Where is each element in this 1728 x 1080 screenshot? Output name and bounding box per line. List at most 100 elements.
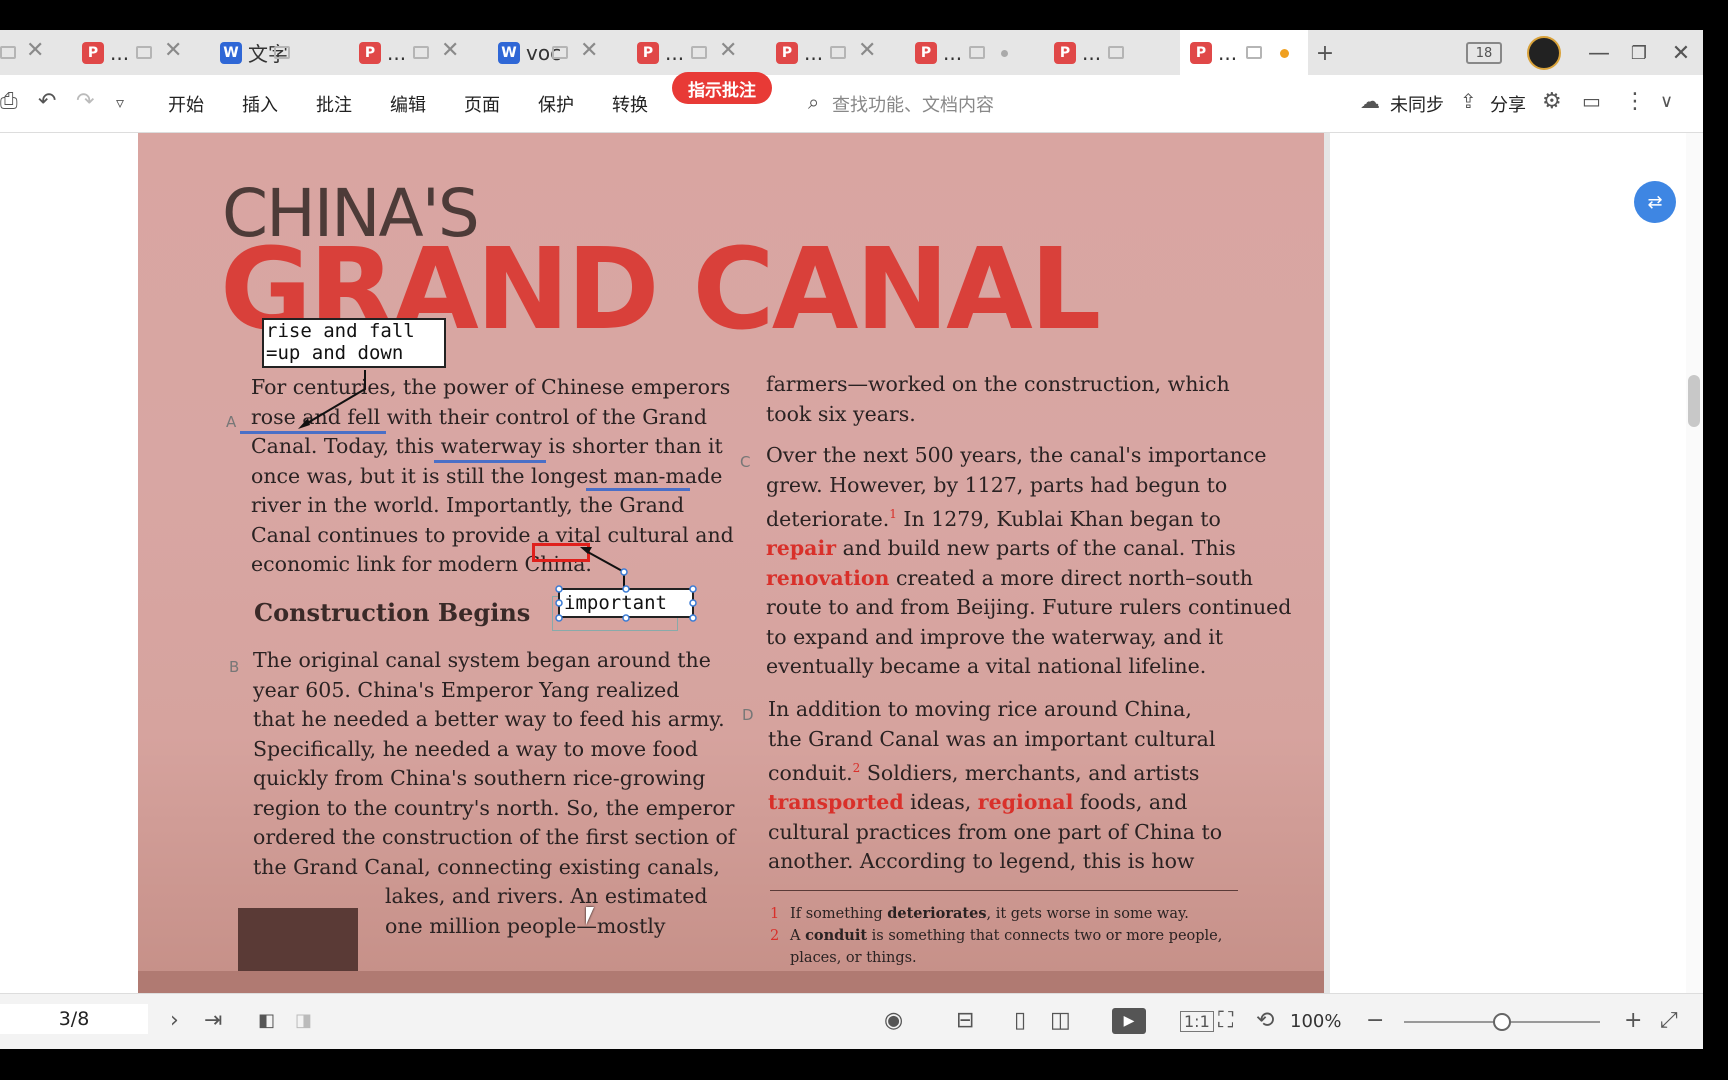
close-icon[interactable]: ✕ bbox=[441, 38, 459, 63]
close-icon[interactable]: ✕ bbox=[719, 38, 737, 63]
tab-doc-2[interactable]: Wvoc ✕ bbox=[488, 30, 612, 75]
vertical-scrollbar[interactable] bbox=[1686, 133, 1703, 993]
avatar[interactable] bbox=[1527, 36, 1561, 70]
close-icon[interactable]: ✕ bbox=[164, 38, 182, 63]
play-slideshow-icon[interactable]: ▶ bbox=[1112, 1008, 1146, 1034]
close-icon[interactable]: ✕ bbox=[26, 38, 44, 63]
main-toolbar: ⎙ ↶ ↷ ▿ 开始 插入 批注 编辑 页面 保护 转换 ⌕ 查找功能、文档内容… bbox=[0, 75, 1703, 133]
menu-convert[interactable]: 转换 bbox=[612, 91, 648, 117]
footnote-continuation: places, or things. bbox=[790, 950, 917, 966]
comment-icon[interactable]: ▭ bbox=[1582, 89, 1601, 113]
footnote-number: 2 bbox=[770, 928, 780, 944]
zoom-in-icon[interactable]: + bbox=[1624, 1008, 1642, 1033]
text-line: The original canal system began around t… bbox=[253, 648, 711, 672]
paragraph-c: Over the next 500 years, the canal's imp… bbox=[766, 441, 1291, 682]
monitor-icon bbox=[413, 46, 429, 59]
menu-insert[interactable]: 插入 bbox=[242, 91, 278, 117]
tab-doc-1[interactable]: W 文字 bbox=[210, 30, 334, 75]
pdf-icon: P bbox=[359, 41, 381, 64]
paragraph-b: The original canal system began around t… bbox=[253, 646, 735, 882]
more-icon[interactable]: ⋮ bbox=[1624, 89, 1646, 114]
text-line: Specifically, he needed a way to move fo… bbox=[253, 736, 699, 761]
close-icon[interactable]: ✕ bbox=[580, 38, 598, 63]
rotate-icon[interactable]: ⟲ bbox=[1256, 1008, 1274, 1033]
single-page-icon[interactable]: ▯ bbox=[1014, 1008, 1026, 1033]
collapse-icon[interactable]: ∨ bbox=[1660, 91, 1673, 112]
text-line: the Grand Canal, connecting existing can… bbox=[253, 854, 720, 879]
minimize-icon[interactable]: — bbox=[1582, 36, 1616, 70]
restore-icon[interactable]: ❐ bbox=[1622, 36, 1656, 70]
next-page-icon[interactable]: › bbox=[170, 1008, 179, 1033]
undo-icon[interactable]: ↶ bbox=[38, 89, 56, 114]
redo-icon[interactable]: ↷ bbox=[76, 89, 94, 114]
settings-icon[interactable]: ⚙ bbox=[1542, 89, 1562, 114]
text-line: to expand and improve the waterway, and … bbox=[766, 624, 1224, 649]
mouse-cursor bbox=[586, 907, 602, 925]
menu-protect[interactable]: 保护 bbox=[538, 91, 574, 117]
tab-bar: ✕ P... ✕ W文字 P... ✕ Wvoc ✕ P... ✕ P... bbox=[0, 30, 1703, 75]
quick-access-dropdown-icon[interactable]: ▿ bbox=[116, 93, 124, 112]
fit-page-icon[interactable]: ⛶ bbox=[1218, 1008, 1233, 1033]
page-edge bbox=[1324, 133, 1330, 993]
pdf-reader-window: ✕ P... ✕ W文字 P... ✕ Wvoc ✕ P... ✕ P... bbox=[0, 30, 1703, 1049]
tab-label: ... bbox=[943, 40, 963, 65]
tab-pdf-active[interactable]: P... bbox=[1180, 30, 1308, 75]
text-line: deteriorate.1 In 1279, Kublai Khan began… bbox=[766, 500, 1291, 534]
text-line: grew. However, by 1127, parts had begun … bbox=[766, 472, 1228, 497]
text-line: took six years. bbox=[766, 401, 916, 426]
zoom-level[interactable]: 100% bbox=[1290, 1011, 1341, 1032]
zoom-out-icon[interactable]: − bbox=[1366, 1008, 1384, 1033]
zoom-slider-knob[interactable] bbox=[1493, 1013, 1511, 1031]
new-tab-button[interactable]: + bbox=[1308, 36, 1342, 70]
tab-pdf-2[interactable]: P... ✕ bbox=[349, 30, 473, 75]
search-icon: ⌕ bbox=[808, 90, 820, 114]
tab-partial[interactable]: ✕ bbox=[0, 30, 60, 75]
monitor-icon bbox=[830, 46, 846, 59]
menu-edit[interactable]: 编辑 bbox=[390, 91, 426, 117]
share-icon: ⇪ bbox=[1460, 89, 1477, 113]
pdf-icon: P bbox=[1054, 41, 1076, 64]
print-icon[interactable]: ⎙ bbox=[0, 89, 18, 114]
text-line: route to and from Beijing. Future rulers… bbox=[766, 595, 1292, 620]
scrollbar-thumb[interactable] bbox=[1688, 375, 1700, 427]
monitor-icon bbox=[0, 46, 16, 59]
modified-dot bbox=[1001, 50, 1008, 57]
tab-pdf-4[interactable]: P... ✕ bbox=[766, 30, 890, 75]
vocab-word: renovation bbox=[766, 565, 890, 590]
tab-label: ... bbox=[1218, 40, 1238, 65]
close-icon[interactable]: ✕ bbox=[858, 38, 876, 63]
tab-pdf-1[interactable]: P... ✕ bbox=[72, 30, 196, 75]
fullscreen-icon[interactable]: ⤢ bbox=[1660, 1008, 1678, 1033]
text-span: Soldiers, merchants, and artists bbox=[860, 760, 1200, 785]
two-page-icon[interactable]: ◫ bbox=[1050, 1008, 1071, 1033]
tab-count-button[interactable]: 18 bbox=[1466, 42, 1502, 64]
footnote-ref: 1 bbox=[889, 507, 897, 521]
footnotes: 1 If something deteriorates, it gets wors… bbox=[770, 903, 1240, 969]
eye-protection-icon[interactable]: ◉ bbox=[884, 1008, 903, 1033]
close-window-icon[interactable]: ✕ bbox=[1664, 36, 1698, 70]
tab-pdf-3[interactable]: P... ✕ bbox=[627, 30, 751, 75]
menu-start[interactable]: 开始 bbox=[168, 91, 204, 117]
fit-width-icon[interactable]: ⊟ bbox=[956, 1008, 974, 1033]
text-line: that he needed a better way to feed his … bbox=[253, 707, 725, 731]
side-panel-icon[interactable]: ⇄ bbox=[1634, 181, 1676, 223]
tab-pdf-6[interactable]: P... bbox=[1044, 30, 1168, 75]
unsaved-dot bbox=[1280, 49, 1289, 58]
monitor-icon bbox=[1108, 46, 1124, 59]
page-number-input[interactable]: 3/8 bbox=[0, 1004, 148, 1034]
highlight-annotate-button[interactable]: 指示批注 bbox=[672, 72, 772, 104]
status-bar: 3/8 › ⇥ ◧ ◨ ◉ ⊟ ▯ ◫ ▶ 1:1 ⛶ ⟲ 100% − + ⤢ bbox=[0, 993, 1703, 1049]
actual-size-icon[interactable]: 1:1 bbox=[1180, 1011, 1214, 1032]
last-page-icon[interactable]: ⇥ bbox=[204, 1008, 222, 1033]
tab-pdf-5[interactable]: P... bbox=[905, 30, 1029, 75]
document-viewport[interactable]: CHINA'S GRAND CANAL A For centuries, the… bbox=[0, 133, 1703, 993]
menu-page[interactable]: 页面 bbox=[464, 91, 500, 117]
sync-button[interactable]: 未同步 bbox=[1390, 91, 1444, 117]
back-icon[interactable]: ◧ bbox=[258, 1010, 275, 1031]
forward-icon[interactable]: ◨ bbox=[295, 1010, 312, 1031]
share-button[interactable]: 分享 bbox=[1490, 91, 1526, 117]
monitor-icon bbox=[691, 46, 707, 59]
text-span: created a more direct north–south bbox=[889, 565, 1253, 590]
menu-annotate[interactable]: 批注 bbox=[316, 91, 352, 117]
search-input[interactable]: 查找功能、文档内容 bbox=[832, 91, 994, 117]
